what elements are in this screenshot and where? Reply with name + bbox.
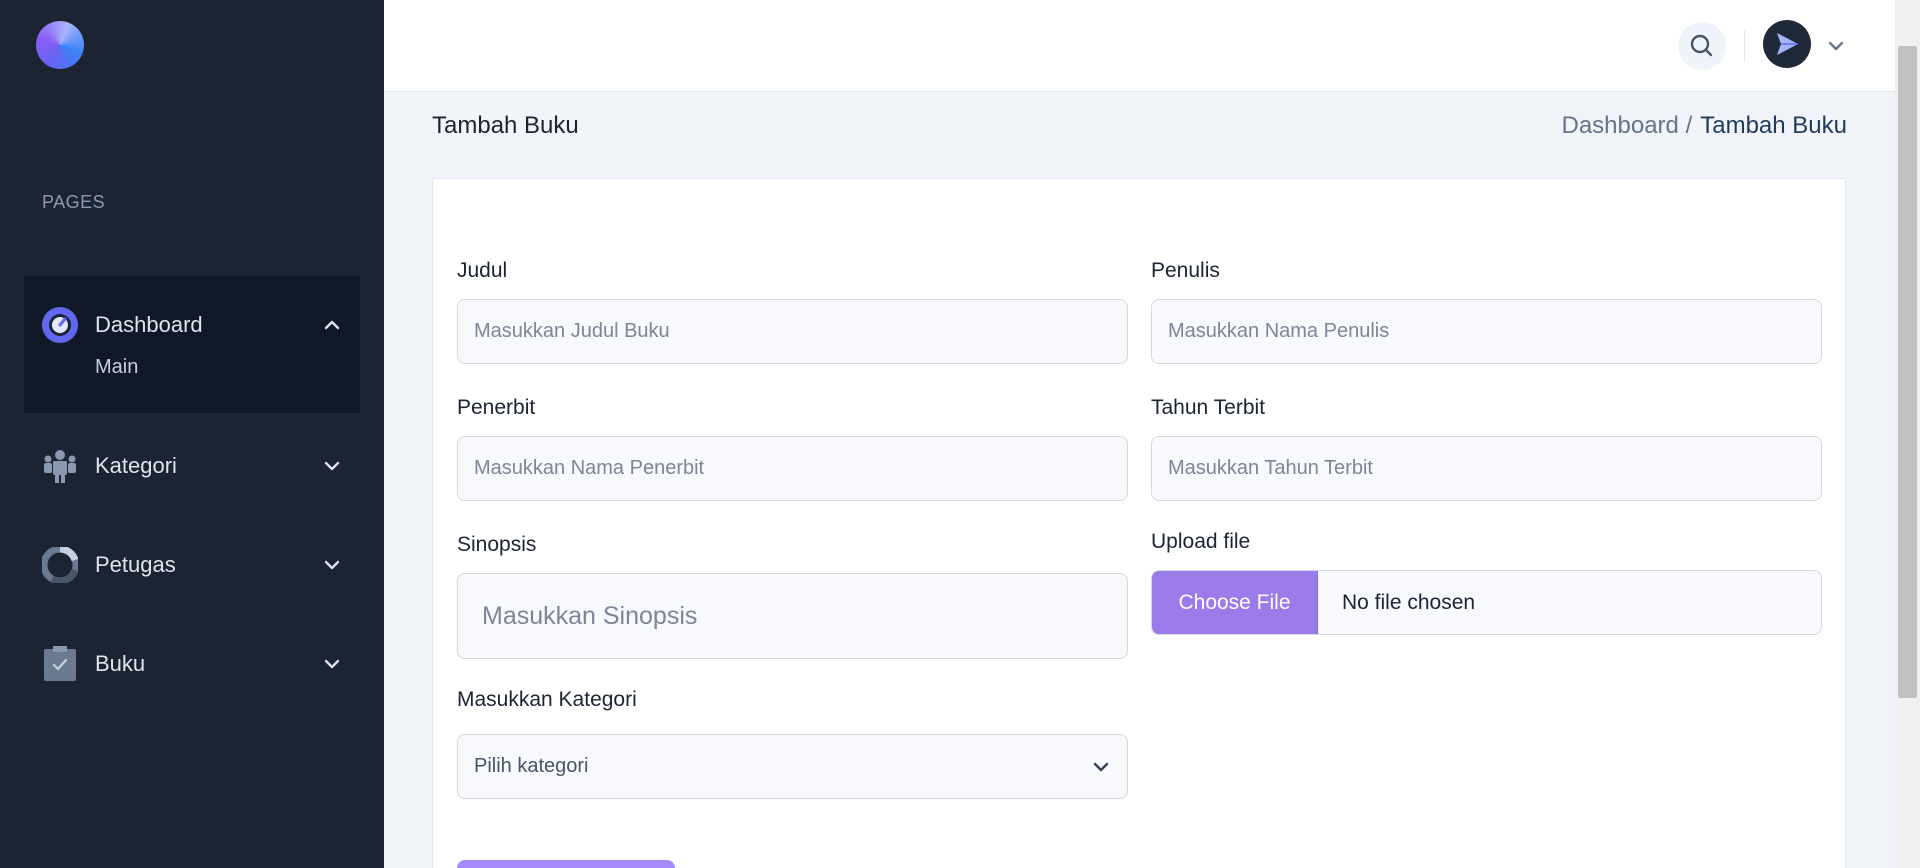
- tahun-terbit-label: Tahun Terbit: [1151, 396, 1266, 419]
- pie-chart-icon: [42, 547, 78, 583]
- topbar-divider: [1744, 30, 1745, 62]
- app-logo-icon[interactable]: [36, 21, 84, 69]
- sidebar-item-petugas[interactable]: Petugas: [24, 540, 360, 590]
- chevron-down-icon: [324, 659, 340, 669]
- sidebar-item-label: Dashboard: [95, 312, 203, 337]
- search-icon: [1690, 34, 1713, 57]
- sinopsis-label: Sinopsis: [457, 533, 537, 556]
- penulis-label: Penulis: [1151, 259, 1220, 282]
- submit-button[interactable]: [457, 860, 675, 868]
- sidebar: PAGES Dashboard Main Kategori Petugas Bu…: [0, 0, 384, 868]
- scrollbar-thumb[interactable]: [1898, 46, 1917, 698]
- sidebar-subitem-main[interactable]: Main: [95, 356, 138, 379]
- sidebar-item-buku[interactable]: Buku: [24, 639, 360, 689]
- sidebar-item-label: Kategori: [95, 453, 177, 478]
- file-input[interactable]: Choose File No file chosen: [1151, 570, 1822, 635]
- upload-file-label: Upload file: [1151, 530, 1251, 553]
- kategori-select-value: Pilih kategori: [474, 755, 589, 777]
- people-icon: [42, 448, 78, 484]
- search-button[interactable]: [1678, 22, 1726, 70]
- breadcrumb-link-dashboard[interactable]: Dashboard /: [1561, 112, 1692, 140]
- sidebar-item-dashboard[interactable]: Dashboard: [24, 300, 360, 350]
- chevron-down-icon[interactable]: [1826, 36, 1846, 56]
- topbar: [384, 0, 1895, 92]
- clipboard-check-icon: [42, 646, 78, 682]
- user-avatar[interactable]: [1763, 20, 1811, 68]
- judul-label: Judul: [457, 259, 508, 282]
- kategori-select[interactable]: Pilih kategori: [457, 734, 1128, 799]
- dashboard-gauge-icon: [42, 307, 78, 343]
- penulis-input[interactable]: Masukkan Nama Penulis: [1151, 299, 1822, 364]
- kategori-label: Masukkan Kategori: [457, 688, 637, 711]
- sidebar-item-kategori[interactable]: Kategori: [24, 441, 360, 491]
- chevron-down-icon: [324, 560, 340, 570]
- chevron-down-icon: [324, 461, 340, 471]
- sinopsis-textarea[interactable]: Masukkan Sinopsis: [457, 573, 1128, 659]
- sidebar-group-dashboard: Dashboard Main: [24, 276, 360, 413]
- sidebar-item-label: Petugas: [95, 552, 176, 577]
- penerbit-input[interactable]: Masukkan Nama Penerbit: [457, 436, 1128, 501]
- file-status-text: No file chosen: [1342, 590, 1476, 614]
- breadcrumb: Dashboard / Tambah Buku: [1561, 112, 1847, 140]
- sidebar-item-label: Buku: [95, 651, 146, 676]
- choose-file-button[interactable]: Choose File: [1152, 571, 1318, 634]
- page-title: Tambah Buku: [432, 112, 579, 139]
- chevron-down-icon: [1093, 762, 1109, 772]
- breadcrumb-current: Tambah Buku: [1700, 112, 1847, 139]
- tahun-terbit-input[interactable]: Masukkan Tahun Terbit: [1151, 436, 1822, 501]
- judul-input[interactable]: Masukkan Judul Buku: [457, 299, 1128, 364]
- sidebar-section-label: PAGES: [42, 192, 106, 212]
- chevron-up-icon: [324, 320, 340, 330]
- paper-plane-icon: [1777, 33, 1798, 55]
- penerbit-label: Penerbit: [457, 396, 536, 419]
